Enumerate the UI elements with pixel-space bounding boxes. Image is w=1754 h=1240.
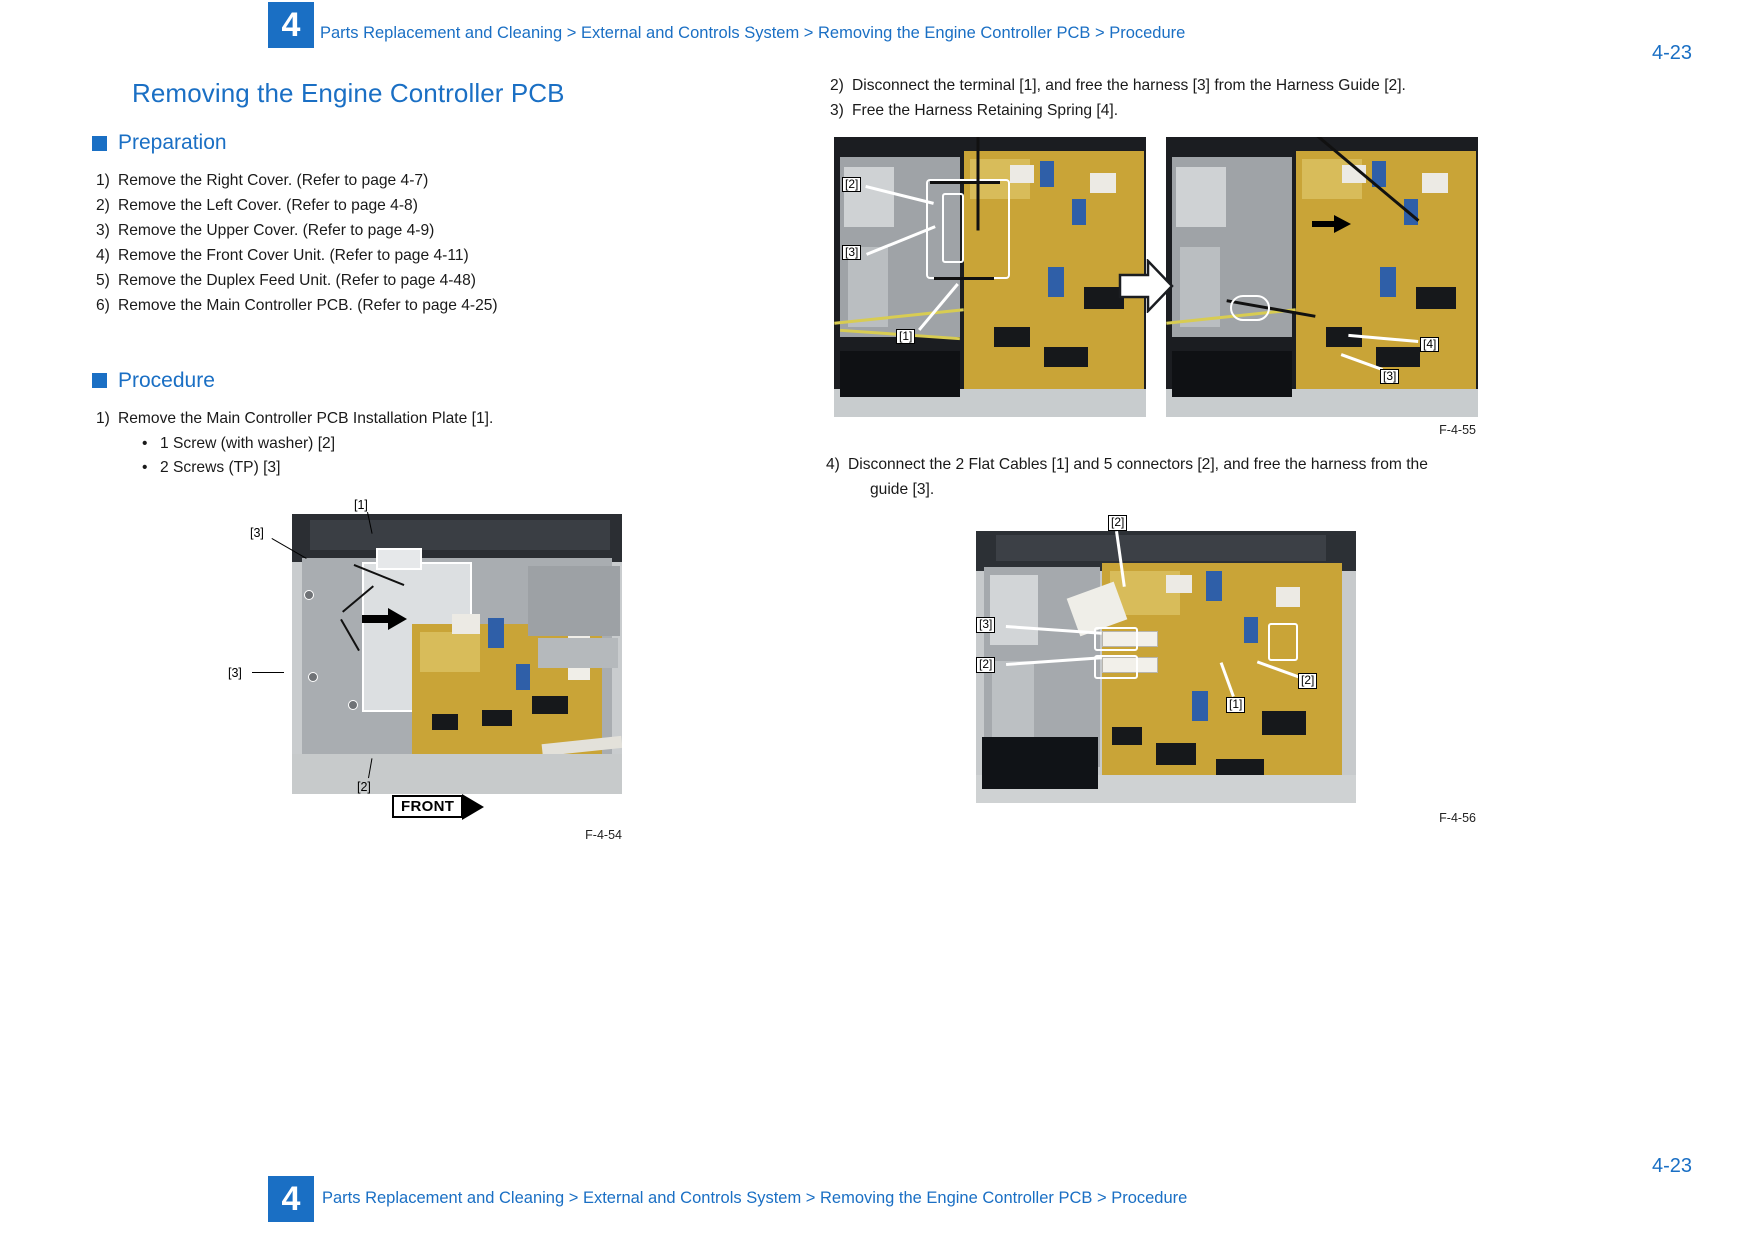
right-step-list: 2) Disconnect the terminal [1], and free… <box>830 78 1486 119</box>
photo-flat-cables-connectors <box>976 531 1356 804</box>
front-label: FRONT <box>392 795 464 819</box>
right-column: 2) Disconnect the terminal [1], and free… <box>826 78 1486 835</box>
bullet-text: 1 Screw (with washer) [2] <box>160 434 336 452</box>
callout-3-upper: [3] <box>250 525 264 540</box>
callout-1: [1] <box>1226 697 1246 714</box>
step-number: 4) <box>96 247 110 265</box>
list-item: 1) Remove the Right Cover. (Refer to pag… <box>96 173 752 189</box>
list-item: 4) Remove the Front Cover Unit. (Refer t… <box>96 248 752 264</box>
figure-caption: F-4-54 <box>585 827 622 842</box>
step-text: Remove the Front Cover Unit. (Refer to p… <box>118 247 469 265</box>
step-text: Disconnect the terminal [1], and free th… <box>852 77 1406 94</box>
front-direction-badge: FRONT <box>392 793 485 820</box>
bullet-icon: • <box>142 459 148 477</box>
procedure-step-list: 1) Remove the Main Controller PCB Instal… <box>96 409 752 427</box>
callout-2-left: [2] <box>976 657 996 674</box>
list-item: 2) Remove the Left Cover. (Refer to page… <box>96 198 752 214</box>
photo-engine-controller-plate <box>292 513 622 794</box>
list-item: 3) Free the Harness Retaining Spring [4]… <box>830 103 1486 119</box>
step-text-line1: Disconnect the 2 Flat Cables [1] and 5 c… <box>848 455 1428 473</box>
bullet-text: 2 Screws (TP) [3] <box>160 459 281 477</box>
step-text-line2: guide [3]. <box>870 481 935 499</box>
callout-3: [3] <box>976 617 996 634</box>
preparation-heading: Preparation <box>92 131 752 155</box>
step-number: 5) <box>96 272 110 290</box>
page-number-bottom: 4-23 <box>1651 1155 1692 1177</box>
list-item: • 1 Screw (with washer) [2] <box>142 436 752 452</box>
callout-2: [2] <box>357 779 371 794</box>
list-item: 3) Remove the Upper Cover. (Refer to pag… <box>96 223 752 239</box>
callout-3-lower: [3] <box>228 665 242 680</box>
chapter-badge-bottom: 4 <box>268 1176 314 1222</box>
page-title: Removing the Engine Controller PCB <box>132 78 565 108</box>
manual-page: 4 Parts Replacement and Cleaning > Exter… <box>0 0 1754 1240</box>
list-item: 5) Remove the Duplex Feed Unit. (Refer t… <box>96 273 752 289</box>
preparation-step-list: 1) Remove the Right Cover. (Refer to pag… <box>96 173 752 314</box>
photo-harness-before <box>834 136 1146 417</box>
photo-harness-after <box>1166 136 1478 417</box>
step-text: Remove the Right Cover. (Refer to page 4… <box>118 172 429 189</box>
page-footer: 4-23 4 Parts Replacement and Cleaning > … <box>0 1155 1754 1240</box>
procedure-heading-label: Procedure <box>118 368 215 392</box>
left-column: Removing the Engine Controller PCB Prepa… <box>92 78 752 858</box>
section-marker-icon <box>92 135 107 151</box>
bullet-icon: • <box>142 434 148 452</box>
callout-4: [4] <box>1420 336 1440 353</box>
step-number: 1) <box>96 172 110 189</box>
callout-2-right: [2] <box>1298 673 1318 690</box>
right-step-4: 4) Disconnect the 2 Flat Cables [1] and … <box>826 457 1486 500</box>
step-number: 4) <box>826 455 840 473</box>
figure-caption: F-4-55 <box>1439 422 1476 437</box>
list-item: 1) Remove the Main Controller PCB Instal… <box>96 409 752 427</box>
procedure-heading: Procedure <box>92 369 752 393</box>
step-number: 2) <box>830 77 844 94</box>
chapter-badge: 4 <box>268 2 314 48</box>
list-item: • 2 Screws (TP) [3] <box>142 460 752 476</box>
step-text: Remove the Main Controller PCB. (Refer t… <box>118 297 498 315</box>
step-number: 6) <box>96 297 110 315</box>
callout-2: [2] <box>842 176 862 193</box>
step-number: 3) <box>96 222 110 240</box>
step-number: 1) <box>96 409 110 427</box>
step-text: Remove the Upper Cover. (Refer to page 4… <box>118 222 435 240</box>
preparation-heading-label: Preparation <box>118 131 227 154</box>
callout-2-top: [2] <box>1108 515 1128 532</box>
breadcrumb-bottom[interactable]: Parts Replacement and Cleaning > Externa… <box>322 1189 1187 1208</box>
step-number: 3) <box>830 102 844 120</box>
callout-1: [1] <box>896 328 916 345</box>
transition-arrow-icon <box>1118 257 1174 318</box>
step-text: Remove the Main Controller PCB Installat… <box>118 409 494 427</box>
page-header: 4 Parts Replacement and Cleaning > Exter… <box>0 0 1754 64</box>
list-item: 2) Disconnect the terminal [1], and free… <box>830 78 1486 94</box>
page-number-top: 4-23 <box>1651 42 1692 64</box>
figure-caption: F-4-56 <box>1439 811 1476 826</box>
section-marker-icon <box>92 373 107 389</box>
step-text: Remove the Duplex Feed Unit. (Refer to p… <box>118 272 476 290</box>
step-number: 2) <box>96 197 110 215</box>
callout-3: [3] <box>842 244 862 261</box>
figure-f-4-55: [2] [3] [1] [4] [3] F-4-55 <box>826 136 1478 437</box>
list-item: 6) Remove the Main Controller PCB. (Refe… <box>96 298 752 314</box>
direction-arrow-icon <box>362 607 408 635</box>
breadcrumb[interactable]: Parts Replacement and Cleaning > Externa… <box>320 24 1185 43</box>
procedure-bullet-list: • 1 Screw (with washer) [2] • 2 Screws (… <box>142 436 752 476</box>
step-text: Remove the Left Cover. (Refer to page 4-… <box>118 197 418 215</box>
figure-f-4-54: [1] [3] [3] [2] FRONT F-4-54 <box>92 498 632 858</box>
callout-1: [1] <box>354 497 368 512</box>
callout-3: [3] <box>1380 368 1400 385</box>
figure-f-4-56: [2] [3] [2] [1] [2] F-4-56 <box>826 515 1476 835</box>
leader-line <box>252 671 284 674</box>
step-text: Free the Harness Retaining Spring [4]. <box>852 102 1119 120</box>
arrow-right-icon <box>462 793 485 820</box>
